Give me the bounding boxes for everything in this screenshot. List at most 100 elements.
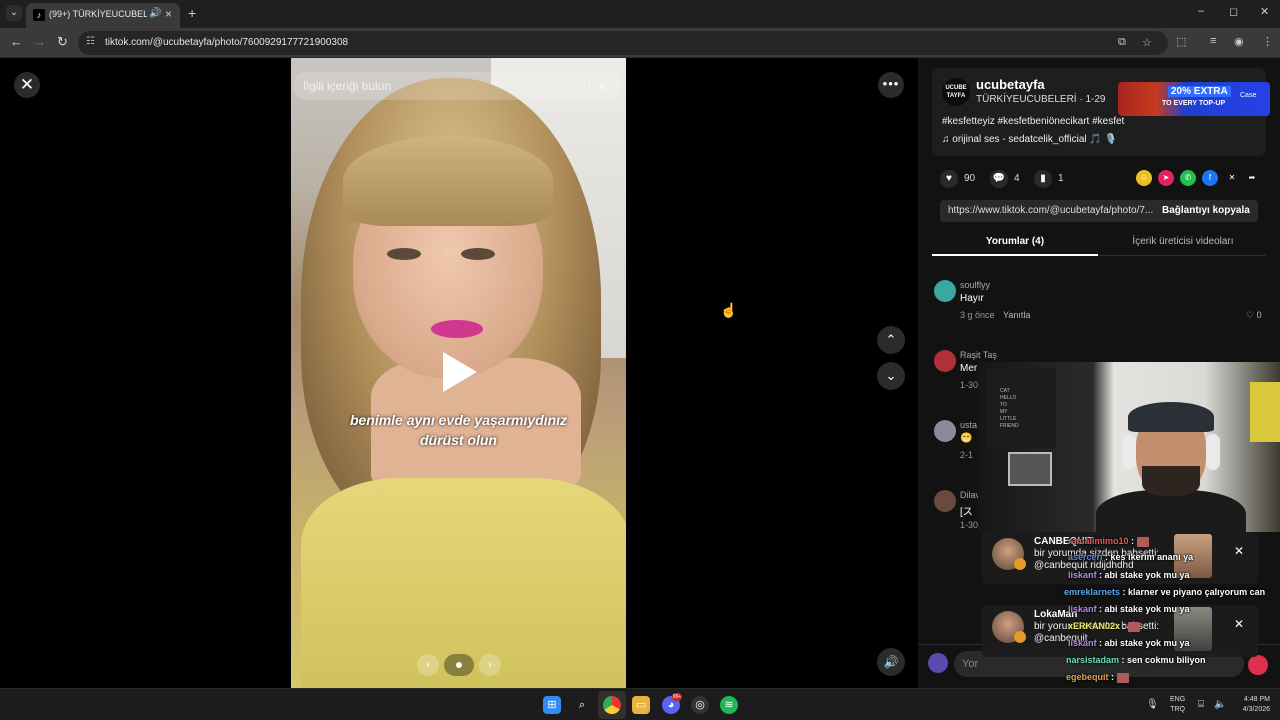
tab-search-icon[interactable]: ⌄ — [6, 5, 22, 21]
chat-separator: : — [1119, 655, 1128, 665]
commenter-avatar[interactable] — [934, 420, 956, 442]
post-photo[interactable]: İlgili içeriği bulun ⌕ benimle aynı evde… — [291, 58, 626, 688]
post-link-url[interactable]: https://www.tiktok.com/@ucubetayfa/photo… — [948, 205, 1154, 216]
cast-icon[interactable]: ⧉ — [1118, 36, 1126, 49]
spotify-icon[interactable]: ≋ — [720, 696, 738, 714]
photo-bangs — [343, 136, 553, 226]
forward-arrow-icon[interactable]: → — [33, 34, 46, 49]
tab-close-icon[interactable]: × — [165, 7, 172, 21]
photo-viewer: ✕ ••• İlgili içeriği bulun ⌕ benimle ayn… — [0, 58, 918, 688]
commenter-avatar[interactable] — [934, 490, 956, 512]
back-arrow-icon[interactable]: ← — [10, 34, 23, 49]
commenter-name[interactable]: soulflyy — [960, 280, 990, 290]
webcam-beard — [1142, 466, 1200, 496]
language-indicator[interactable]: ENG TRQ — [1170, 695, 1185, 715]
chat-message: liskanf : abi stake yok mu ya — [1068, 570, 1190, 580]
webcam-hanging-shirt: CAT HELLO TO MY LITTLE FRIEND — [986, 368, 1056, 448]
author-avatar[interactable]: UCUBE TAYFA — [942, 78, 970, 106]
copy-link-button[interactable]: Bağlantıyı kopyala — [1162, 205, 1250, 216]
comment-icon[interactable]: 💬 — [990, 170, 1008, 188]
system-clock[interactable]: 4:48 PM 4/3/2026 — [1232, 695, 1270, 715]
user-avatar[interactable] — [928, 653, 948, 673]
next-post-button[interactable]: ⌄ — [877, 362, 905, 390]
comment-text: 😁 — [960, 433, 973, 444]
search-icon[interactable]: ⌕ — [599, 78, 606, 94]
post-comment-button[interactable] — [1248, 655, 1268, 675]
file-explorer-icon[interactable]: ▭ — [632, 696, 650, 714]
ad-banner[interactable]: 20% EXTRA TO EVERY TOP-UP Case — [1118, 82, 1270, 116]
post-music[interactable]: ♫ orijinal ses - sedatcelik_official 🎵 🎙… — [942, 134, 1117, 145]
post-hashtags[interactable]: #kesfetteyiz #kesfetbeniönecikart #kesfe… — [942, 116, 1124, 127]
alert-close-icon[interactable]: ✕ — [1234, 617, 1244, 631]
minimize-button[interactable]: – — [1198, 5, 1204, 17]
browser-tab-active[interactable]: ♪ (99+) TÜRKİYEUCUBELERİ (@ 🔊 × — [26, 3, 180, 28]
mouse-cursor-icon: ☝ — [720, 302, 738, 318]
commenter-name[interactable]: Raşit Taş — [960, 350, 997, 360]
webcam-poster — [1250, 382, 1280, 442]
kebab-menu-icon[interactable]: ⋮ — [1262, 35, 1273, 48]
browser-tab-bar: ⌄ ♪ (99+) TÜRKİYEUCUBELERİ (@ 🔊 × + – ◻ … — [0, 0, 1280, 28]
embed-icon[interactable]: ☺ — [1136, 170, 1152, 186]
chrome-icon[interactable] — [603, 696, 621, 714]
microphone-icon[interactable]: 🎙 — [1146, 699, 1159, 710]
x-icon[interactable]: ✕ — [1224, 170, 1240, 186]
author-name[interactable]: ucubetayfa — [976, 77, 1045, 92]
windows-start-icon[interactable]: ⊞ — [543, 696, 561, 714]
address-bar[interactable]: ☷ tiktok.com/@ucubetayfa/photo/760092917… — [78, 31, 1168, 55]
volume-icon[interactable]: 🔊 — [877, 648, 905, 676]
tab-comments[interactable]: Yorumlar (4) — [932, 230, 1098, 256]
bookmark-icon[interactable]: ▮ — [1034, 170, 1052, 188]
commenter-avatar[interactable] — [934, 280, 956, 302]
more-options-button[interactable]: ••• — [878, 72, 904, 98]
window-close-button[interactable]: ✕ — [1260, 5, 1269, 18]
comment-text: Mer — [960, 363, 978, 374]
tab-creator-videos[interactable]: İçerik üreticisi videoları — [1100, 230, 1266, 256]
photo-caption: benimle aynı evde yaşarmıydınız dürüst o… — [291, 410, 626, 450]
obs-icon[interactable]: ◎ — [691, 696, 709, 714]
search-icon[interactable]: ⌕ — [573, 696, 591, 714]
reload-icon[interactable]: ↻ — [57, 34, 68, 50]
url-text[interactable]: tiktok.com/@ucubetayfa/photo/76009291777… — [105, 37, 348, 48]
music-title[interactable]: orijinal ses - sedatcelik_official 🎵 🎙️ — [952, 134, 1117, 145]
streamer-webcam: CAT HELLO TO MY LITTLE FRIEND — [978, 362, 1280, 532]
chat-message: liskanf : abi stake yok mu ya — [1068, 604, 1190, 614]
site-info-icon[interactable]: ☷ — [86, 36, 95, 47]
alert-close-icon[interactable]: ✕ — [1234, 544, 1244, 558]
restore-button[interactable]: ◻ — [1229, 5, 1238, 18]
reply-button[interactable]: Yanıtla — [1003, 310, 1030, 320]
facebook-icon[interactable]: f — [1202, 170, 1218, 186]
network-icon[interactable]: ⌸ — [1198, 699, 1204, 710]
share-arrow-icon[interactable]: ➦ — [1244, 170, 1260, 186]
chat-text: sen cokmu biliyon — [1127, 655, 1206, 665]
comment-item: soulflyy Hayır 3 g önce Yanıtla ♡ 0 — [932, 280, 1266, 340]
new-tab-button[interactable]: + — [188, 5, 196, 21]
chat-text: klarner ve piyano çalıyorum can — [1128, 587, 1266, 597]
webcam-streamer-body — [1096, 490, 1246, 532]
profile-avatar-icon[interactable]: ◉ — [1234, 35, 1244, 48]
bookmark-star-icon[interactable]: ☆ — [1142, 36, 1152, 49]
extensions-icon[interactable]: ⬚ — [1176, 35, 1186, 48]
volume-icon[interactable]: 🔈 — [1214, 699, 1226, 710]
commenter-name[interactable]: usta — [960, 420, 977, 430]
comment-like[interactable]: ♡ 0 — [1246, 310, 1262, 321]
carousel-next-icon[interactable]: › — [479, 654, 501, 676]
alert-badge-icon — [1014, 631, 1026, 643]
carousel-prev-icon[interactable]: ‹ — [417, 654, 439, 676]
search-placeholder[interactable]: İlgili içeriği bulun — [303, 79, 391, 93]
comment-placeholder[interactable]: Yor — [962, 658, 978, 670]
photo-eye-right — [461, 248, 495, 260]
webcam-plaque — [1008, 452, 1052, 486]
speaker-icon[interactable]: 🔊 — [149, 8, 161, 19]
webcam-headset-left — [1122, 434, 1136, 470]
reading-list-icon[interactable]: ≡ — [1210, 35, 1216, 47]
commenter-name[interactable]: Dilav — [960, 490, 980, 500]
whatsapp-icon[interactable]: ✆ — [1180, 170, 1196, 186]
browser-toolbar: ← → ↻ ☷ tiktok.com/@ucubetayfa/photo/760… — [0, 28, 1280, 58]
related-search-bar[interactable]: İlgili içeriği bulun ⌕ — [293, 72, 623, 100]
previous-post-button[interactable]: ⌃ — [877, 326, 905, 354]
commenter-avatar[interactable] — [934, 350, 956, 372]
heart-icon[interactable]: ♥ — [940, 170, 958, 188]
close-viewer-button[interactable]: ✕ — [14, 72, 40, 98]
send-icon[interactable]: ➤ — [1158, 170, 1174, 186]
play-icon[interactable] — [443, 352, 477, 392]
